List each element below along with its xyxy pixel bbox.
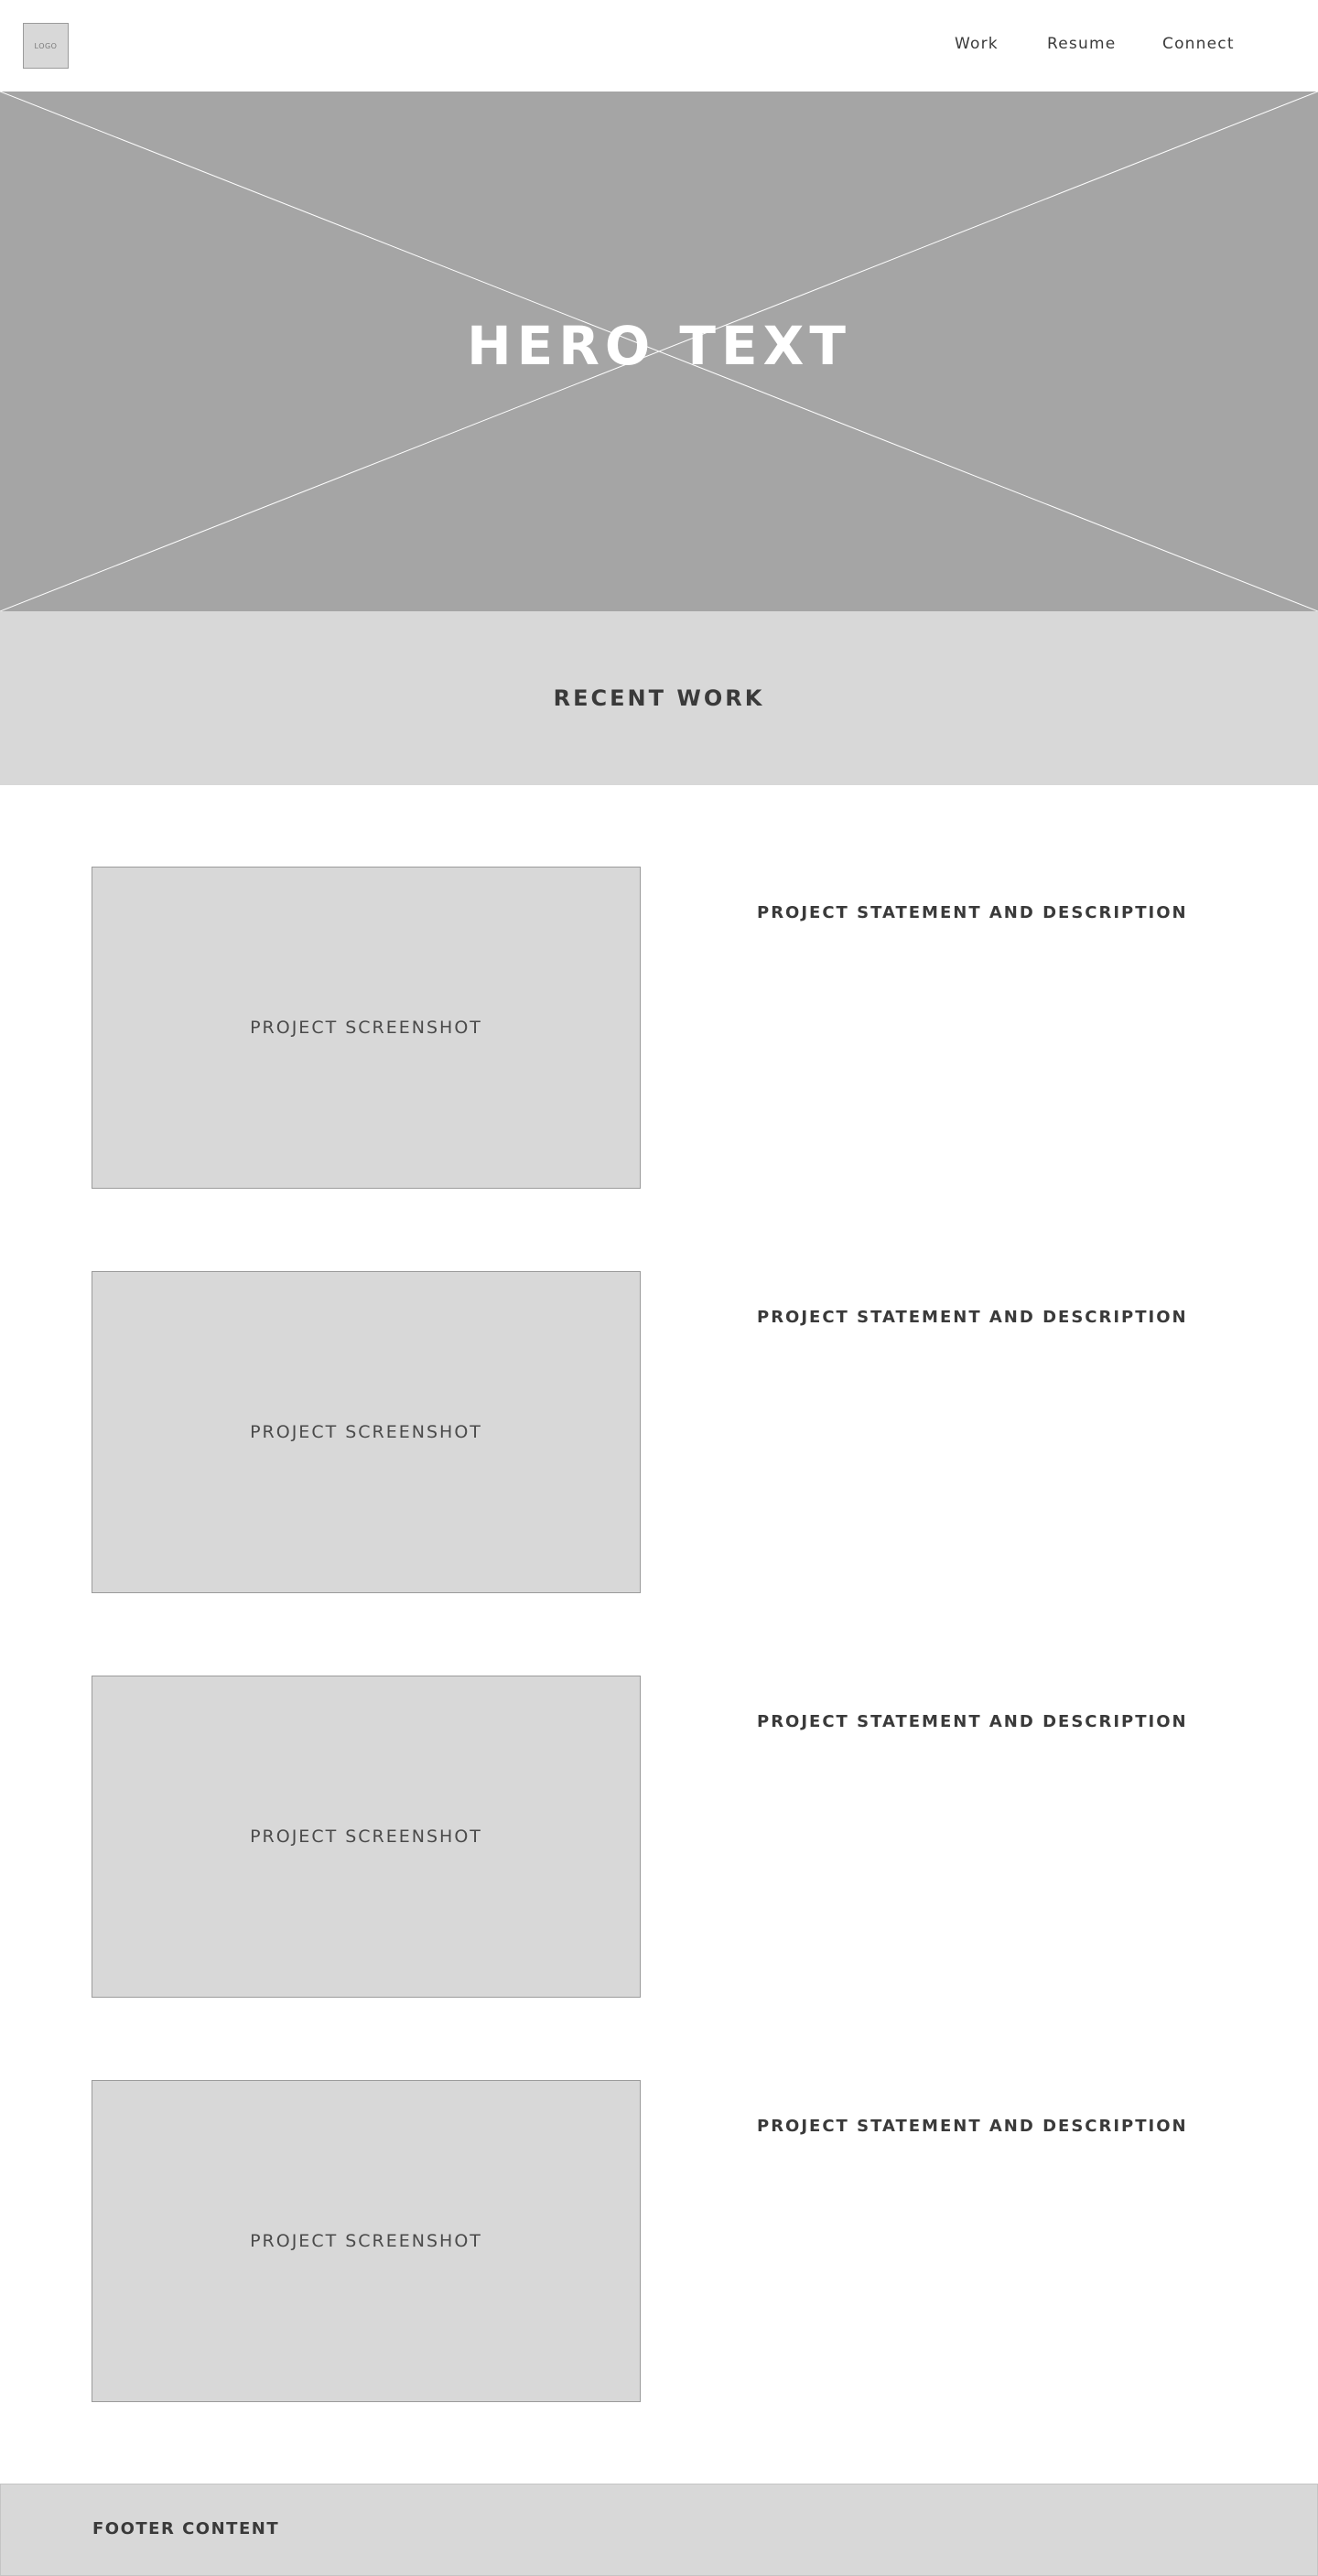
nav-link-work[interactable]: Work [955, 35, 999, 53]
site-header: LOGO Work Resume Connect [0, 0, 1318, 92]
project-statement: PROJECT STATEMENT AND DESCRIPTION [757, 1712, 1188, 1731]
site-footer: FOOTER CONTENT [0, 2484, 1318, 2576]
project-statement: PROJECT STATEMENT AND DESCRIPTION [757, 2117, 1188, 2136]
project-item: PROJECT SCREENSHOT PROJECT STATEMENT AND… [0, 867, 1318, 1189]
project-screenshot[interactable]: PROJECT SCREENSHOT [92, 1271, 641, 1593]
recent-work-banner: RECENT WORK [0, 611, 1318, 785]
project-screenshot[interactable]: PROJECT SCREENSHOT [92, 867, 641, 1189]
project-statement: PROJECT STATEMENT AND DESCRIPTION [757, 1308, 1188, 1327]
nav-link-resume[interactable]: Resume [1047, 35, 1116, 53]
recent-work-title: RECENT WORK [553, 685, 765, 711]
project-item: PROJECT SCREENSHOT PROJECT STATEMENT AND… [0, 1676, 1318, 1998]
logo[interactable]: LOGO [23, 23, 69, 69]
main-nav: Work Resume Connect [915, 35, 1263, 57]
project-statement: PROJECT STATEMENT AND DESCRIPTION [757, 903, 1188, 922]
hero-text: HERO TEXT [467, 315, 851, 377]
project-item: PROJECT SCREENSHOT PROJECT STATEMENT AND… [0, 2080, 1318, 2402]
project-item: PROJECT SCREENSHOT PROJECT STATEMENT AND… [0, 1271, 1318, 1593]
project-screenshot[interactable]: PROJECT SCREENSHOT [92, 2080, 641, 2402]
nav-link-connect[interactable]: Connect [1162, 35, 1235, 53]
logo-text: LOGO [34, 41, 58, 50]
hero-section: HERO TEXT [0, 92, 1318, 611]
footer-content: FOOTER CONTENT [92, 2519, 280, 2538]
project-screenshot[interactable]: PROJECT SCREENSHOT [92, 1676, 641, 1998]
